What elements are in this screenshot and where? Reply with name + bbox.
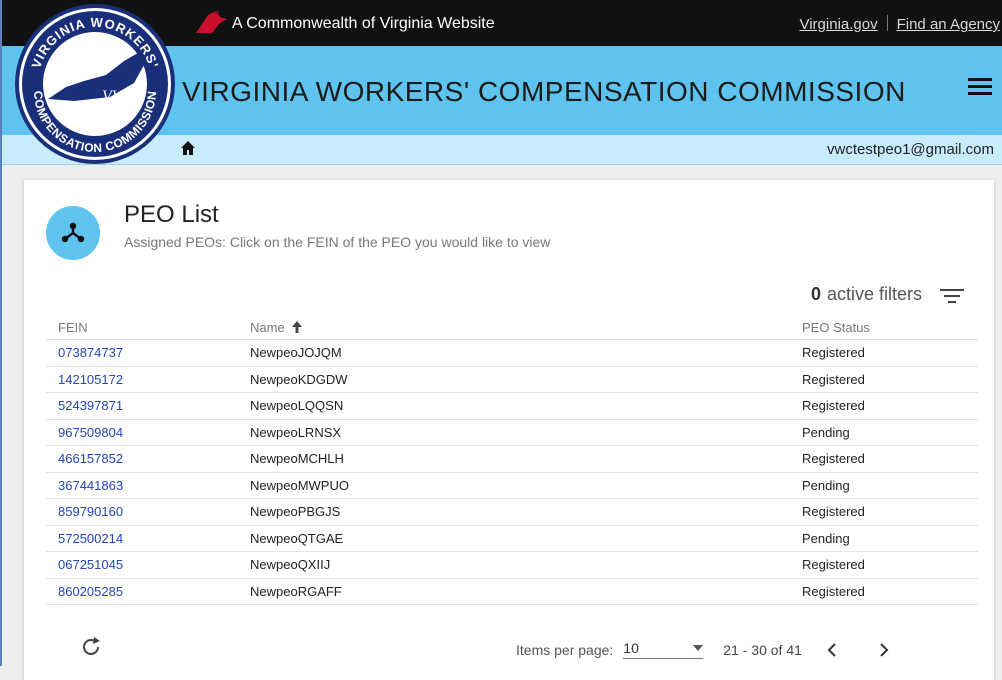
peo-name-cell: NewpeoLQQSN — [238, 392, 790, 420]
fein-link[interactable]: 466157852 — [46, 445, 238, 473]
table-row: 859790160 NewpeoPBGJS Registered — [46, 498, 978, 526]
cardinal-icon — [196, 10, 227, 33]
table-row: 524397871 NewpeoLQQSN Registered — [46, 392, 978, 420]
peo-name-cell: NewpeoMCHLH — [238, 445, 790, 473]
items-per-page-label: Items per page: — [516, 641, 614, 658]
peo-status-cell: Pending — [790, 472, 978, 499]
items-per-page-value: 10 — [623, 640, 639, 656]
dropdown-arrow-icon — [693, 645, 704, 651]
virginia-gov-link[interactable]: Virginia.gov — [799, 16, 877, 33]
column-header-name[interactable]: Name — [238, 315, 790, 340]
filter-icon[interactable] — [940, 287, 964, 303]
fein-link[interactable]: 572500214 — [46, 525, 238, 552]
column-header-fein[interactable]: FEIN — [46, 315, 238, 340]
peo-name-cell: NewpeoQTGAE — [238, 525, 790, 552]
find-agency-link[interactable]: Find an Agency — [897, 16, 1000, 33]
page-range-label: 21 - 30 of 41 — [723, 641, 802, 658]
active-filters[interactable]: 0 active filters — [811, 284, 964, 305]
site-title: VIRGINIA WORKERS' COMPENSATION COMMISSIO… — [182, 76, 906, 107]
next-page-icon[interactable] — [878, 642, 890, 658]
table-row: 073874737 NewpeoJOJQM Registered — [46, 339, 978, 367]
table-header-row: FEIN Name PEO Status — [46, 315, 978, 340]
refresh-icon[interactable] — [80, 636, 102, 658]
peo-status-cell: Pending — [790, 525, 978, 552]
sort-ascending-icon[interactable] — [291, 320, 303, 334]
link-divider — [886, 15, 888, 31]
commonwealth-text: A Commonwealth of Virginia Website — [232, 15, 495, 32]
fein-link[interactable]: 967509804 — [46, 419, 238, 446]
table-row: 367441863 NewpeoMWPUO Pending — [46, 472, 978, 499]
table-row: 967509804 NewpeoLRNSX Pending — [46, 419, 978, 446]
svg-text:VWC: VWC — [102, 88, 136, 105]
peo-name-cell: NewpeoMWPUO — [238, 472, 790, 499]
hamburger-menu-icon[interactable] — [968, 78, 992, 100]
peo-list-card: PEO List Assigned PEOs: Click on the FEI… — [24, 180, 994, 680]
fein-link[interactable]: 860205285 — [46, 578, 238, 605]
filters-label: active filters — [826, 284, 922, 304]
peo-name-cell: NewpeoRGAFF — [238, 578, 790, 605]
peo-status-cell: Registered — [790, 339, 978, 367]
peo-status-cell: Registered — [790, 366, 978, 393]
peo-name-cell: NewpeoKDGDW — [238, 366, 790, 393]
table-row: 067251045 NewpeoQXIIJ Registered — [46, 551, 978, 579]
user-email[interactable]: vwctestpeo1@gmail.com — [827, 141, 994, 158]
fein-link[interactable]: 073874737 — [46, 339, 238, 367]
previous-page-icon[interactable] — [826, 642, 838, 658]
fein-link[interactable]: 859790160 — [46, 498, 238, 526]
peo-table: FEIN Name PEO Status 073874737 NewpeoJOJQ… — [46, 315, 978, 605]
peo-status-cell: Registered — [790, 498, 978, 526]
vwc-seal-logo[interactable]: VIRGINIA WORKERS' COMPENSATION COMMISSIO… — [14, 3, 176, 165]
home-icon[interactable] — [180, 140, 196, 156]
items-per-page-select[interactable]: 10 — [623, 640, 704, 659]
top-links: Virginia.gov Find an Agency — [799, 15, 1000, 33]
peo-status-cell: Registered — [790, 445, 978, 473]
fein-link[interactable]: 367441863 — [46, 472, 238, 499]
fein-link[interactable]: 524397871 — [46, 392, 238, 420]
table-row: 572500214 NewpeoQTGAE Pending — [46, 525, 978, 552]
table-row: 466157852 NewpeoMCHLH Registered — [46, 445, 978, 473]
peo-name-cell: NewpeoPBGJS — [238, 498, 790, 526]
filters-count: 0 — [810, 284, 821, 304]
peo-status-cell: Registered — [790, 392, 978, 420]
peo-name-cell: NewpeoLRNSX — [238, 419, 790, 446]
peo-status-cell: Registered — [790, 551, 978, 579]
fein-link[interactable]: 067251045 — [46, 551, 238, 579]
peo-avatar — [46, 206, 100, 260]
network-icon — [61, 222, 85, 243]
peo-status-cell: Pending — [790, 419, 978, 446]
page-subtitle: Assigned PEOs: Click on the FEIN of the … — [124, 234, 551, 250]
paginator: Items per page: 10 21 - 30 of 41 — [516, 640, 890, 659]
peo-status-cell: Registered — [790, 578, 978, 605]
peo-name-cell: NewpeoQXIIJ — [238, 551, 790, 579]
column-header-status[interactable]: PEO Status — [790, 315, 978, 340]
table-row: 860205285 NewpeoRGAFF Registered — [46, 578, 978, 605]
page-title: PEO List — [124, 201, 219, 228]
table-row: 142105172 NewpeoKDGDW Registered — [46, 366, 978, 393]
fein-link[interactable]: 142105172 — [46, 366, 238, 393]
peo-name-cell: NewpeoJOJQM — [238, 339, 790, 367]
